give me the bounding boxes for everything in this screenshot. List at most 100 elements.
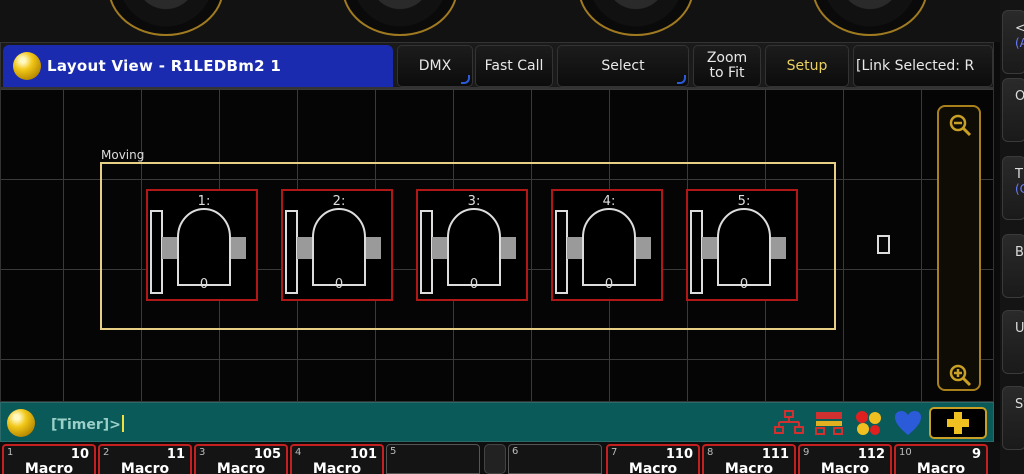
encoder-knob-1[interactable] — [108, 0, 224, 36]
encoder-knob-4[interactable] — [812, 0, 928, 36]
window-options-ball-icon[interactable] — [13, 52, 41, 80]
command-line-ball-icon[interactable] — [7, 409, 35, 437]
executor-number: 4 — [295, 447, 302, 458]
executor-number: 1 — [7, 447, 14, 458]
fixture-value: 0 — [469, 277, 479, 292]
fast-call-button[interactable]: Fast Call — [475, 45, 553, 87]
fixture-value: 0 — [739, 277, 749, 292]
right-button-label: O — [1015, 89, 1024, 104]
command-input[interactable]: [Timer]> — [51, 415, 124, 433]
right-button-2[interactable]: O — [1002, 78, 1024, 142]
right-button-label: St — [1015, 397, 1024, 412]
command-prompt: [Timer]> — [51, 417, 121, 433]
executor-number: 2 — [103, 447, 110, 458]
add-button[interactable] — [929, 407, 987, 439]
zoom-in-icon[interactable] — [948, 363, 972, 387]
executor-number: 10 — [899, 447, 912, 458]
executor-7[interactable]: 7 110 Macro — [606, 444, 700, 474]
window-title-tab[interactable]: Layout View - R1LEDBm2 1 — [3, 45, 393, 87]
executor-name: Macro — [628, 461, 678, 474]
executor-name: Macro — [916, 461, 966, 474]
network-icon[interactable] — [773, 409, 805, 437]
executor-name: Macro — [120, 461, 170, 474]
zoom-to-fit-button-label: Zoom to Fit — [706, 50, 748, 81]
fast-call-button-label: Fast Call — [484, 57, 544, 74]
executor-number: 3 — [199, 447, 206, 458]
fixture-id-label: 2: — [332, 194, 346, 209]
encoder-strip — [0, 0, 1000, 42]
executor-name: Macro — [820, 461, 870, 474]
fixture-2[interactable]: 2: 0 — [281, 189, 393, 301]
executor-5[interactable]: 5 — [386, 444, 480, 474]
setup-button-label: Setup — [786, 57, 828, 74]
right-button-label: Up — [1015, 321, 1024, 336]
dmx-button[interactable]: DMX — [397, 45, 473, 87]
layout-view-title-bar: Layout View - R1LEDBm2 1 DMX Fast Call S… — [0, 42, 994, 88]
executor-number: 7 — [611, 447, 618, 458]
right-button-1[interactable]: <(A — [1002, 10, 1024, 74]
zoom-out-icon[interactable] — [948, 113, 972, 137]
right-button-strip: <(A O T(C B Up St — [1000, 0, 1024, 474]
executor-6[interactable]: 6 — [508, 444, 602, 474]
fixture-1[interactable]: 1: 0 — [146, 189, 258, 301]
layout-canvas[interactable]: Moving 1: 0 2: 0 3: 0 4: 0 5: 0 — [0, 88, 994, 402]
executor-8[interactable]: 8 111 Macro — [702, 444, 796, 474]
select-button[interactable]: Select — [557, 45, 689, 87]
executor-number: 6 — [512, 446, 519, 457]
executor-number: 9 — [803, 447, 810, 458]
right-button-4[interactable]: B — [1002, 234, 1024, 298]
right-button-label: < — [1015, 21, 1024, 36]
executor-page-handle[interactable] — [484, 444, 506, 474]
executor-2[interactable]: 2 11 Macro — [98, 444, 192, 474]
right-button-5[interactable]: Up — [1002, 310, 1024, 374]
executor-9[interactable]: 9 112 Macro — [798, 444, 892, 474]
right-button-6[interactable]: St — [1002, 386, 1024, 450]
executor-count: 110 — [665, 447, 693, 462]
right-button-3[interactable]: T(C — [1002, 156, 1024, 220]
select-button-label: Select — [601, 57, 645, 74]
executor-10[interactable]: 10 9 Macro — [894, 444, 988, 474]
fixture-value: 0 — [334, 277, 344, 292]
layout-element-small[interactable] — [877, 235, 890, 254]
encoder-knob-3[interactable] — [578, 0, 694, 36]
right-button-label: T — [1015, 167, 1023, 182]
executor-name: Macro — [312, 461, 362, 474]
fixture-id-label: 3: — [467, 194, 481, 209]
executor-count: 10 — [70, 447, 89, 462]
executor-number: 8 — [707, 447, 714, 458]
favorite-heart-icon[interactable] — [893, 409, 923, 437]
dmx-button-label: DMX — [418, 57, 452, 74]
right-button-label: B — [1015, 245, 1024, 260]
encoder-knob-2[interactable] — [342, 0, 458, 36]
executor-3[interactable]: 3 105 Macro — [194, 444, 288, 474]
fixture-4[interactable]: 4: 0 — [551, 189, 663, 301]
fixture-id-label: 4: — [602, 194, 616, 209]
executor-1[interactable]: 1 10 Macro — [2, 444, 96, 474]
executor-count: 105 — [253, 447, 281, 462]
command-line[interactable]: [Timer]> — [0, 402, 994, 442]
executor-count: 101 — [349, 447, 377, 462]
text-cursor — [121, 415, 124, 432]
link-selected-button-label: [Link Selected: R — [856, 57, 975, 74]
executor-count: 9 — [971, 447, 981, 462]
fixture-id-label: 5: — [737, 194, 751, 209]
zoom-to-fit-button[interactable]: Zoom to Fit — [693, 45, 761, 87]
executor-number: 5 — [390, 446, 397, 457]
sessions-icon[interactable] — [853, 409, 885, 437]
dmx-network-icon[interactable] — [813, 409, 845, 437]
plus-icon — [947, 412, 969, 434]
link-selected-button[interactable]: [Link Selected: R — [853, 45, 993, 87]
right-button-sub: (C — [1015, 182, 1024, 196]
right-button-sub: (A — [1015, 36, 1024, 50]
executor-count: 111 — [761, 447, 789, 462]
fixture-5[interactable]: 5: 0 — [686, 189, 798, 301]
fixture-value: 0 — [604, 277, 614, 292]
corner-indicator-icon — [461, 75, 470, 84]
executor-4[interactable]: 4 101 Macro — [290, 444, 384, 474]
fixture-3[interactable]: 3: 0 — [416, 189, 528, 301]
executor-name: Macro — [24, 461, 74, 474]
executor-name: Macro — [216, 461, 266, 474]
zoom-slider[interactable] — [937, 105, 981, 391]
fixture-id-label: 1: — [197, 194, 211, 209]
setup-button[interactable]: Setup — [765, 45, 849, 87]
